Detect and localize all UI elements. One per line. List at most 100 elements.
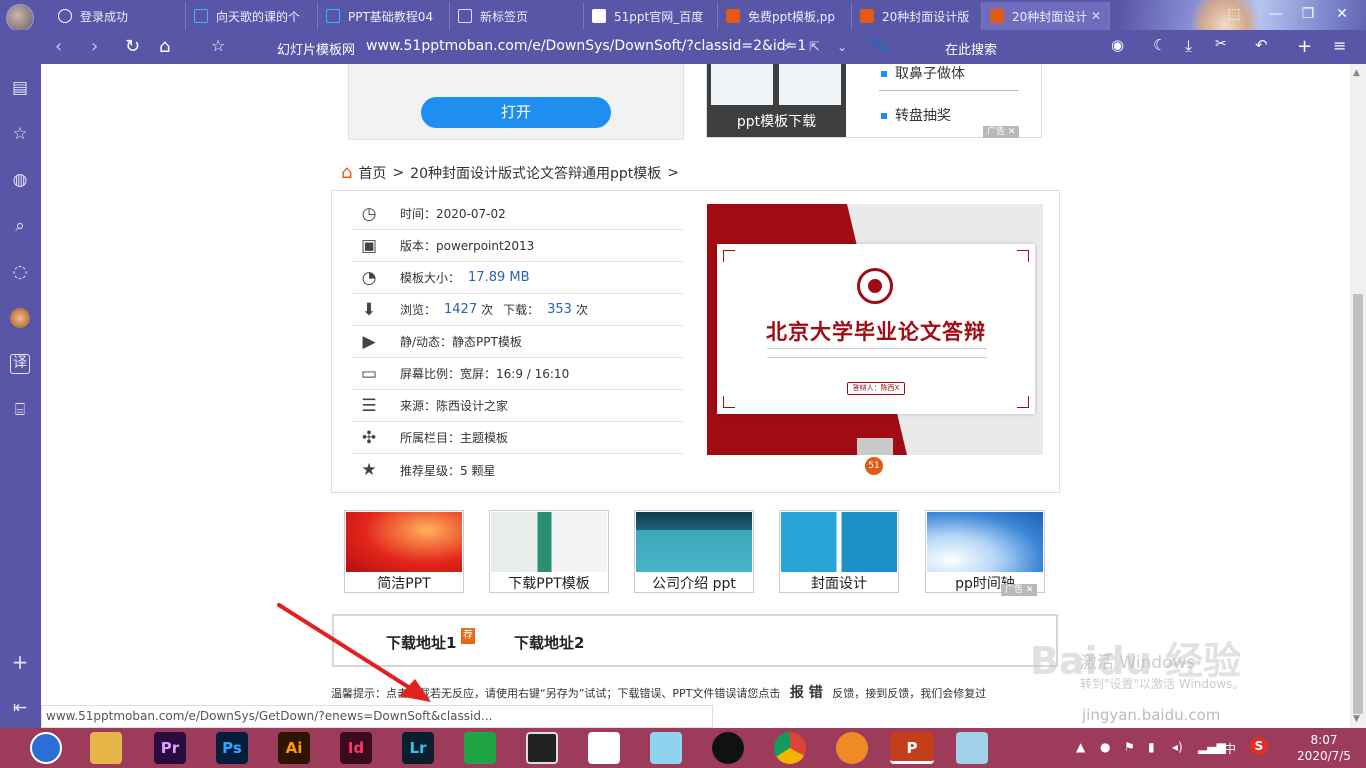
globe-icon[interactable]: ◍	[10, 170, 30, 190]
download-icon[interactable]: ⤓	[1185, 36, 1192, 56]
file-explorer-taskbar-icon[interactable]	[90, 732, 122, 764]
category-label: 下载PPT模板	[508, 576, 590, 592]
bookmark-star-icon[interactable]: ☆	[211, 36, 225, 55]
download-link-2[interactable]: 下载地址2	[514, 632, 584, 653]
qq-taskbar-icon[interactable]	[712, 732, 744, 764]
scroll-up-icon[interactable]: ▲	[1353, 68, 1360, 78]
minimize-icon[interactable]: —	[1264, 6, 1288, 24]
close-tab-icon[interactable]: ✕	[1091, 9, 1101, 23]
vertical-scrollbar[interactable]: ▲ ▼	[1350, 64, 1366, 728]
video-editor-taskbar-icon[interactable]	[526, 732, 558, 764]
ad-link-2[interactable]: 转盘抽奖	[881, 105, 951, 125]
night-mode-icon[interactable]: ☾	[1153, 36, 1166, 54]
scrollbar-thumb[interactable]	[1353, 294, 1363, 714]
search-engine-paw-icon[interactable]: 🐾	[871, 39, 887, 54]
tab-3[interactable]: PPT基础教程04	[318, 2, 450, 30]
browser-taskbar-icon[interactable]	[30, 732, 62, 764]
info-text: 时间：2020-07-02	[400, 207, 506, 221]
system-clock[interactable]: 8:07 2020/7/5	[1294, 732, 1354, 764]
ad-thumbnail[interactable]: ppt模板下载	[707, 64, 846, 137]
ad-link-1[interactable]: 取鼻子做体	[881, 64, 965, 83]
skin-icon[interactable]: ⬚	[1222, 6, 1246, 24]
photoshop-taskbar-icon[interactable]: Ps	[216, 732, 248, 764]
game-avatar-icon[interactable]	[10, 308, 30, 328]
lightroom-taskbar-icon[interactable]: Lr	[402, 732, 434, 764]
downloads-label: 下载：	[503, 303, 540, 317]
tab-7[interactable]: 20种封面设计版	[852, 2, 982, 30]
tab-bar: 登录成功 向天歌的课的个 PPT基础教程04 新标签页 51ppt官网_百度 免…	[0, 0, 1366, 64]
pie-app-taskbar-icon[interactable]	[588, 732, 620, 764]
user-avatar[interactable]	[6, 4, 34, 32]
home-icon[interactable]: ⌂	[159, 36, 170, 57]
report-error-link[interactable]: 报 错	[790, 685, 823, 701]
menu-icon[interactable]: ≡	[1333, 36, 1346, 55]
template-preview-image[interactable]: 北京大学毕业论文答辩 答辩人：陈西X	[707, 204, 1043, 455]
new-tab-plus-icon[interactable]: +	[1297, 36, 1312, 57]
tray-expand-icon[interactable]: ▲	[1076, 740, 1085, 754]
breadcrumb-title-link[interactable]: 20种封面设计版式论文答辩通用ppt模板	[410, 163, 661, 183]
add-icon[interactable]: +	[10, 652, 30, 672]
scroll-down-icon[interactable]: ▼	[1353, 714, 1360, 724]
extension-icon[interactable]: ◉	[1111, 36, 1124, 54]
share-icon[interactable]: ⇱	[809, 40, 820, 55]
flag-tray-icon[interactable]: ⚑	[1124, 740, 1135, 754]
tab-8-active[interactable]: 20种封面设计 ✕	[982, 2, 1110, 30]
notes-app-taskbar-icon[interactable]	[956, 732, 988, 764]
grid-icon	[458, 9, 472, 23]
undo-icon[interactable]: ↶	[1255, 36, 1268, 54]
battery-tray-icon[interactable]: ▮	[1148, 740, 1155, 754]
ime-indicator[interactable]: 中	[1224, 740, 1236, 757]
breadcrumb-separator: >	[392, 164, 405, 181]
tab-6[interactable]: 免费ppt模板,pp	[718, 2, 852, 30]
open-button[interactable]: 打开	[421, 97, 611, 128]
forward-icon[interactable]: ›	[91, 36, 98, 57]
chevron-down-icon[interactable]: ⌄	[837, 40, 847, 54]
category-card-3[interactable]: 公司介绍 ppt	[634, 510, 754, 593]
lightning-icon[interactable]: ⚡	[783, 40, 792, 55]
indesign-taskbar-icon[interactable]: Id	[340, 732, 372, 764]
search-input[interactable]: 在此搜索	[945, 39, 997, 58]
breadcrumb-home-link[interactable]: 首页	[358, 163, 386, 183]
book-icon[interactable]: ⌸	[10, 400, 30, 420]
reader-icon[interactable]: ▤	[10, 78, 30, 98]
premiere-taskbar-icon[interactable]: Pr	[154, 732, 186, 764]
back-icon[interactable]: ‹	[55, 36, 62, 57]
breadcrumb-separator: >	[667, 164, 679, 181]
powerpoint-taskbar-icon[interactable]: P	[890, 732, 934, 764]
bird-app-taskbar-icon[interactable]	[650, 732, 682, 764]
favorites-star-icon[interactable]: ☆	[10, 124, 30, 144]
category-card-5[interactable]: pp时间轴	[925, 510, 1045, 593]
51-icon	[990, 9, 1004, 23]
qq-tray-icon[interactable]: ●	[1100, 740, 1110, 754]
chat-icon[interactable]: ◌	[10, 262, 30, 282]
info-text: 静/动态：静态PPT模板	[400, 335, 522, 349]
fox-app-taskbar-icon[interactable]	[836, 732, 868, 764]
refresh-icon[interactable]: ↻	[125, 36, 140, 57]
chrome-taskbar-icon[interactable]	[774, 732, 806, 764]
clock-date: 2020/7/5	[1297, 749, 1351, 763]
translate-icon[interactable]: 译	[10, 354, 30, 374]
clock-time: 8:07	[1310, 733, 1338, 747]
tab-1[interactable]: 登录成功	[50, 2, 186, 30]
category-card-1[interactable]: 简洁PPT	[344, 510, 464, 593]
monitor-icon: ▭	[360, 363, 378, 384]
search-icon[interactable]: ⌕	[10, 216, 30, 236]
restore-icon[interactable]: ❐	[1296, 6, 1320, 24]
collapse-sidebar-icon[interactable]: ⇤	[10, 698, 30, 718]
close-window-icon[interactable]: ✕	[1330, 6, 1354, 24]
tab-4[interactable]: 新标签页	[450, 2, 584, 30]
volume-tray-icon[interactable]: ◂)	[1172, 740, 1183, 754]
category-label: 封面设计	[811, 576, 867, 592]
category-card-4[interactable]: 封面设计	[779, 510, 899, 593]
tab-5[interactable]: 51ppt官网_百度	[584, 2, 718, 30]
sogou-ime-icon[interactable]: S	[1250, 737, 1268, 755]
green-app-taskbar-icon[interactable]	[464, 732, 496, 764]
category-card-2[interactable]: 下载PPT模板	[489, 510, 609, 593]
illustrator-taskbar-icon[interactable]: Ai	[278, 732, 310, 764]
tab-2[interactable]: 向天歌的课的个	[186, 2, 318, 30]
category-thumb	[491, 512, 607, 572]
info-text: 推荐星级：5 颗星	[400, 463, 496, 478]
network-tray-icon[interactable]: ▂▄▆	[1198, 740, 1226, 754]
url-input[interactable]: www.51pptmoban.com/e/DownSys/DownSoft/?c…	[366, 38, 806, 54]
scissors-icon[interactable]: ✂	[1215, 36, 1227, 52]
